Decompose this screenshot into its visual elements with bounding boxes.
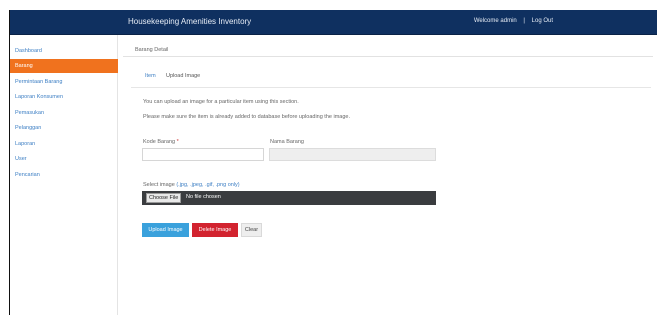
welcome-text: Welcome admin: [473, 18, 517, 24]
kode-barang-label-text: Kode Barang: [143, 139, 176, 145]
sidebar-item-laporan[interactable]: Laporan: [10, 137, 118, 151]
sidebar: Dashboard Barang Permintaan Barang Lapor…: [10, 35, 118, 315]
breadcrumb: Barang Detail: [123, 43, 653, 57]
nama-barang-label: Nama Barang: [270, 139, 304, 145]
sidebar-item-dashboard[interactable]: Dashboard: [10, 44, 118, 58]
sidebar-item-pemasukan[interactable]: Pemasukan: [10, 106, 118, 120]
file-types-hint: (.jpg, .jpeg, .gif, .png only): [176, 182, 240, 188]
user-menu: Welcome admin | Log Out: [474, 18, 553, 24]
upload-image-button[interactable]: Upload Image: [142, 223, 189, 237]
file-status-text: No file chosen: [186, 194, 221, 200]
select-image-label: Select image (.jpg, .jpeg, .gif, .png on…: [143, 182, 240, 188]
screen-top-margin: [10, 0, 657, 10]
tab-item[interactable]: Item: [145, 73, 156, 79]
file-input[interactable]: Choose File No file chosen: [142, 191, 436, 205]
main-content: Barang Detail Item Upload Image You can …: [123, 35, 657, 315]
sidebar-item-user[interactable]: User: [10, 152, 118, 166]
required-marker: *: [176, 139, 179, 145]
tab-divider: [131, 87, 651, 88]
sidebar-item-permintaan-barang[interactable]: Permintaan Barang: [10, 75, 118, 89]
kode-barang-label: Kode Barang *: [143, 139, 179, 145]
info-text-note: Please make sure the item is already add…: [143, 114, 350, 120]
sidebar-item-laporan-konsumen[interactable]: Laporan Konsumen: [10, 90, 118, 104]
nav-separator: |: [523, 18, 525, 24]
choose-file-button[interactable]: Choose File: [146, 193, 182, 203]
delete-image-button[interactable]: Delete Image: [192, 223, 238, 237]
app-title[interactable]: Housekeeping Amenities Inventory: [128, 17, 251, 26]
page-title: Barang Detail: [135, 47, 169, 53]
sidebar-item-pencarian[interactable]: Pencarian: [10, 168, 118, 182]
select-image-label-text: Select image: [143, 182, 175, 188]
info-text-upload: You can upload an image for a particular…: [143, 99, 299, 105]
clear-button[interactable]: Clear: [241, 223, 262, 237]
sidebar-item-pelanggan[interactable]: Pelanggan: [10, 121, 118, 135]
kode-barang-input[interactable]: [142, 148, 264, 161]
sidebar-item-barang[interactable]: Barang: [10, 59, 118, 73]
tab-upload-image[interactable]: Upload Image: [166, 73, 200, 79]
top-navbar: Housekeeping Amenities Inventory Welcome…: [10, 10, 657, 35]
nama-barang-input[interactable]: [269, 148, 436, 161]
logout-link[interactable]: Log Out: [532, 18, 553, 24]
